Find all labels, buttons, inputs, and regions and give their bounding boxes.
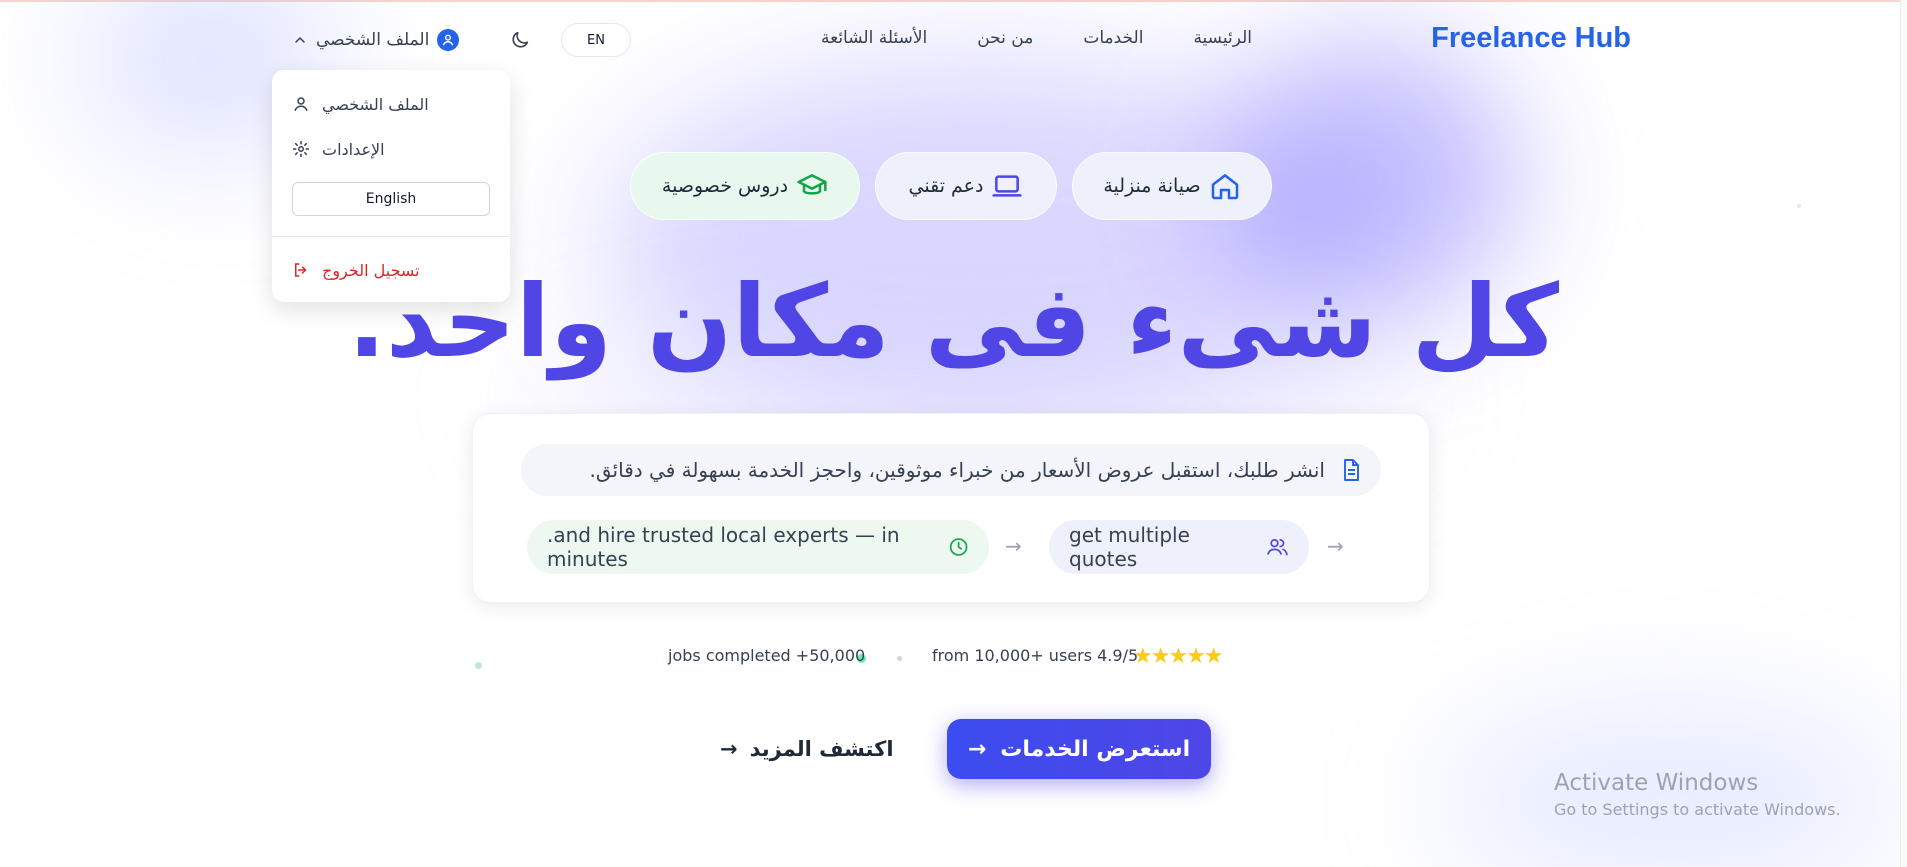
step-get-quotes: get multiple quotes bbox=[1049, 520, 1309, 574]
user-icon bbox=[294, 97, 308, 112]
arrow-right-icon: → bbox=[1005, 534, 1022, 558]
watermark-subtitle: Go to Settings to activate Windows. bbox=[1554, 800, 1841, 819]
description-bar: .انشر طلبك، استقبل عروض الأسعار من خبراء… bbox=[521, 444, 1381, 496]
step-label: get multiple quotes bbox=[1069, 523, 1190, 571]
category-label: دعم تقني bbox=[908, 175, 984, 197]
nav-link-faq[interactable]: الأسئلة الشائعة bbox=[821, 28, 927, 48]
home-icon bbox=[1211, 174, 1238, 200]
rating-stars: ★★★★★ bbox=[1133, 644, 1224, 669]
windows-activation-watermark: Activate Windows Go to Settings to activ… bbox=[1554, 768, 1841, 822]
menu-item-profile[interactable]: الملف الشخصي bbox=[292, 91, 429, 117]
decorative-dot bbox=[1797, 204, 1801, 208]
menu-item-settings[interactable]: الإعدادات bbox=[292, 136, 385, 162]
process-flow: → get multiple quotes → .and hire truste… bbox=[527, 520, 1387, 574]
brand-logo[interactable]: Freelance Hub bbox=[1431, 22, 1631, 55]
nav-link-services[interactable]: الخدمات bbox=[1083, 28, 1143, 48]
user-avatar-icon bbox=[437, 29, 460, 51]
description-text: .انشر طلبك، استقبل عروض الأسعار من خبراء… bbox=[589, 458, 1326, 482]
category-label: صيانة منزلية bbox=[1103, 175, 1201, 197]
info-card: .انشر طلبك، استقبل عروض الأسعار من خبراء… bbox=[472, 413, 1430, 603]
laptop-icon bbox=[992, 175, 1023, 197]
menu-divider bbox=[272, 236, 510, 237]
users-icon bbox=[1267, 539, 1288, 556]
graduation-cap-icon bbox=[797, 174, 827, 195]
decorative-dot bbox=[475, 662, 482, 669]
menu-item-settings-label: الإعدادات bbox=[322, 139, 385, 159]
separator-dot bbox=[897, 656, 902, 661]
arrow-right-icon: → bbox=[967, 736, 987, 762]
step-hire-experts: .and hire trusted local experts — in min… bbox=[527, 520, 989, 574]
profile-menu-button[interactable]: الملف الشخصي bbox=[292, 27, 460, 53]
nav-links: الرئيسية الخدمات من نحن الأسئلة الشائعة bbox=[821, 28, 1252, 48]
nav-link-about[interactable]: من نحن bbox=[977, 28, 1033, 48]
arrow-right-icon: → bbox=[1327, 534, 1344, 558]
category-chip-private-lessons[interactable]: دروس خصوصية bbox=[630, 152, 860, 220]
hero-title: كل شىء فى مكان واحد. bbox=[347, 263, 1561, 380]
discover-more-label: اكتشف المزيد bbox=[749, 737, 894, 761]
discover-more-button[interactable]: → اكتشف المزيد bbox=[720, 733, 894, 765]
browse-services-button[interactable]: → استعرض الخدمات bbox=[947, 719, 1211, 779]
category-label: دروس خصوصية bbox=[661, 175, 789, 197]
step-label: .and hire trusted local experts — in min… bbox=[547, 523, 900, 571]
scrollbar[interactable] bbox=[1900, 0, 1907, 867]
nav-link-home[interactable]: الرئيسية bbox=[1193, 28, 1252, 48]
browse-services-label: استعرض الخدمات bbox=[1000, 736, 1191, 762]
document-icon bbox=[1344, 459, 1359, 481]
watermark-title: Activate Windows bbox=[1554, 770, 1759, 796]
stats-row: ★★★★★ from 10,000+ users 4.9/5 jobs comp… bbox=[0, 644, 1907, 670]
chevron-up-icon bbox=[295, 37, 305, 43]
language-toggle-button[interactable]: EN bbox=[561, 23, 631, 57]
clock-icon bbox=[949, 538, 968, 556]
profile-menu-label: الملف الشخصي bbox=[316, 30, 430, 50]
rating-text: from 10,000+ users 4.9/5 bbox=[932, 646, 1139, 665]
menu-language-button[interactable]: English bbox=[292, 182, 490, 216]
dark-mode-icon[interactable] bbox=[509, 29, 531, 51]
arrow-right-icon: → bbox=[720, 737, 738, 761]
gear-icon bbox=[292, 140, 310, 158]
category-chip-home-maintenance[interactable]: صيانة منزلية bbox=[1072, 152, 1272, 220]
category-chip-tech-support[interactable]: دعم تقني bbox=[875, 152, 1057, 220]
menu-item-profile-label: الملف الشخصي bbox=[322, 94, 429, 114]
jobs-text: jobs completed +50,000 bbox=[668, 646, 866, 665]
navbar: Freelance Hub الرئيسية الخدمات من نحن ال… bbox=[0, 0, 1907, 80]
